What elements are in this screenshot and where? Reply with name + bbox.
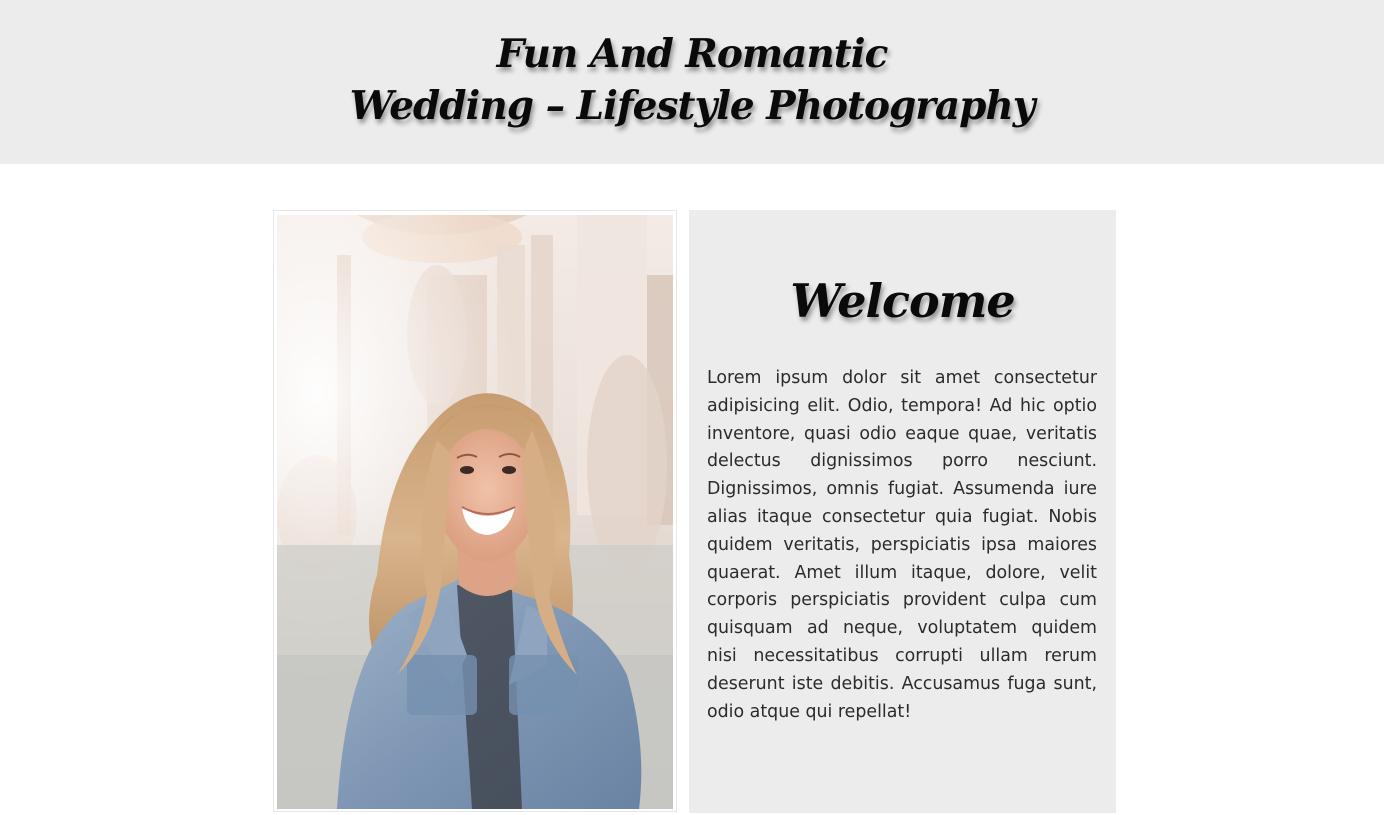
welcome-paragraph: Lorem ipsum dolor sit amet consectetur a… <box>707 368 1097 722</box>
hero-title-line-2: Wedding – Lifestyle Photography <box>349 83 1036 129</box>
welcome-heading: Welcome <box>790 274 1015 328</box>
portrait-photo <box>277 215 673 809</box>
hero-title-line-1: Fun And Romantic <box>496 31 889 77</box>
photo-frame <box>273 210 677 812</box>
hero-title: Fun And Romantic Wedding – Lifestyle Pho… <box>0 28 1384 132</box>
